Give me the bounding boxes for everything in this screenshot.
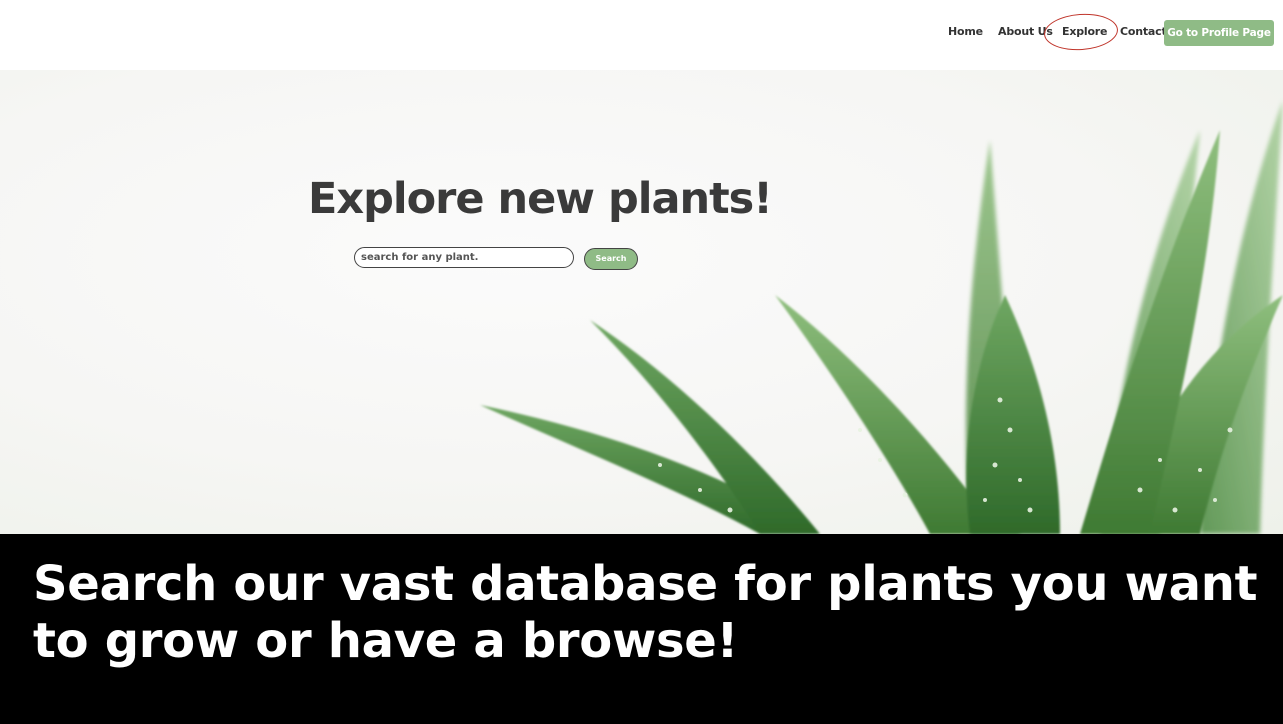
search-button[interactable]: Search xyxy=(584,248,638,270)
plant-search-input[interactable] xyxy=(354,247,574,268)
caption-text: Search our vast database for plants you … xyxy=(33,556,1258,669)
nav-contact-link[interactable]: Contact xyxy=(1120,25,1167,38)
go-to-profile-button[interactable]: Go to Profile Page xyxy=(1164,20,1274,46)
caption-banner: Search our vast database for plants you … xyxy=(0,534,1283,724)
nav-home-link[interactable]: Home xyxy=(948,25,983,38)
top-navigation-bar: Home About Us Explore Contact Go to Prof… xyxy=(0,0,1283,70)
hero-title: Explore new plants! xyxy=(308,174,773,224)
hero-section: Explore new plants! Search xyxy=(0,70,1283,534)
nav-explore-link[interactable]: Explore xyxy=(1062,25,1107,38)
nav-about-link[interactable]: About Us xyxy=(998,25,1053,38)
aloe-plant-illustration xyxy=(480,100,1283,534)
